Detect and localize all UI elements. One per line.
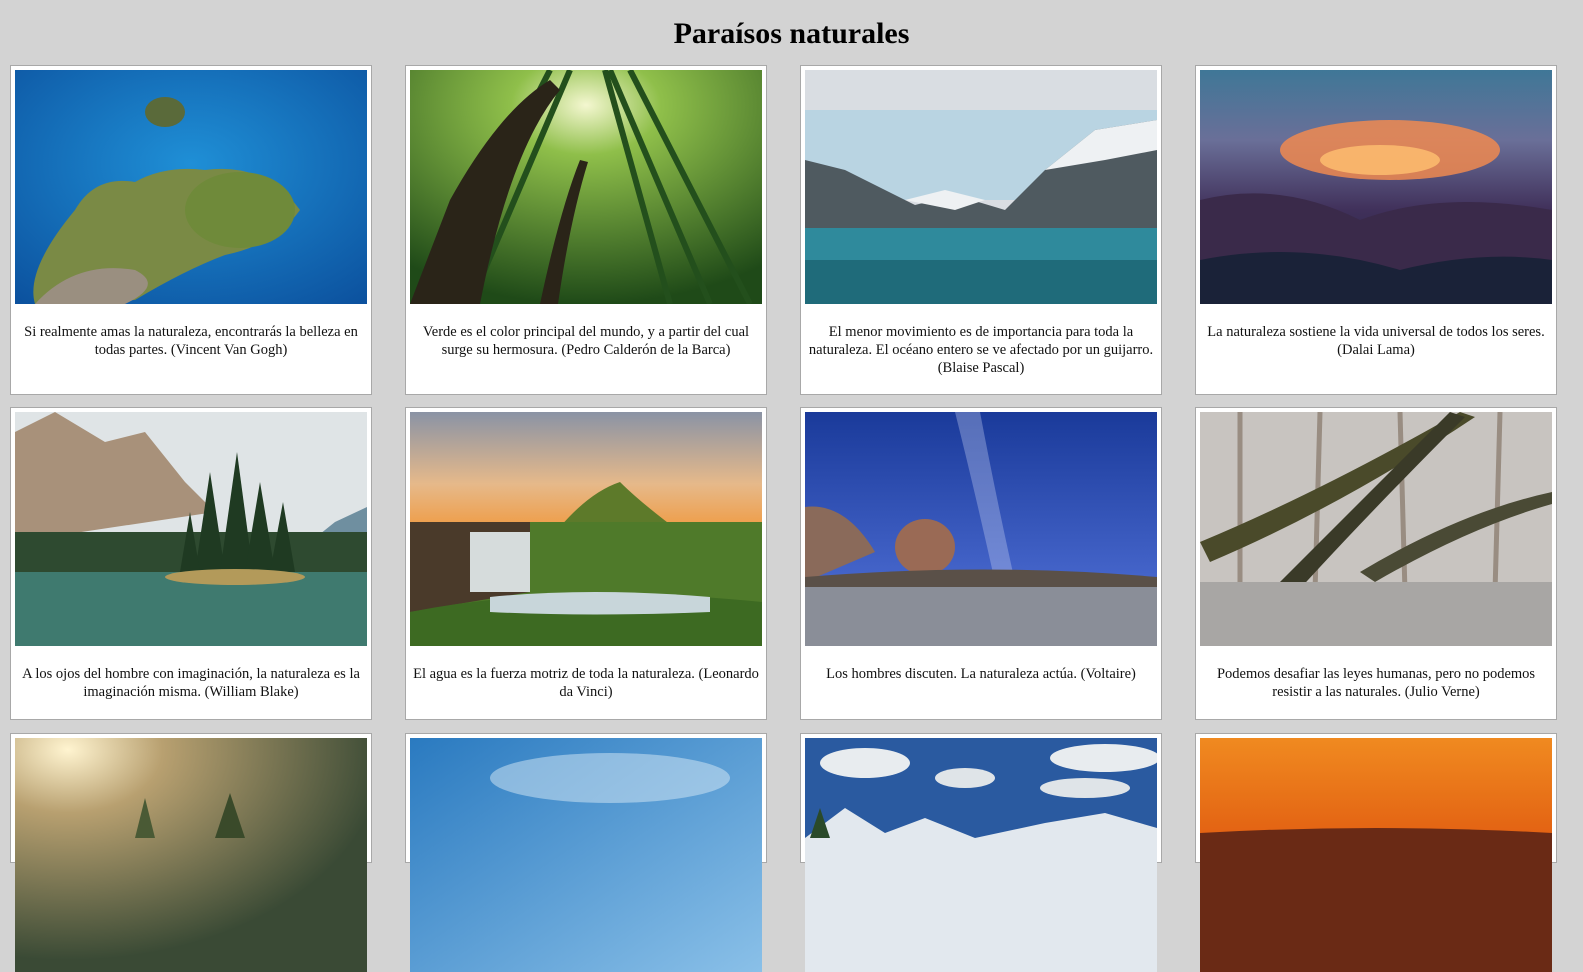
waterfall-mountain-photo	[410, 412, 762, 646]
card-caption: Si realmente amas la naturaleza, encontr…	[24, 324, 358, 358]
mountain-lake-photo	[805, 70, 1157, 304]
orange-sunset-photo	[1200, 738, 1552, 972]
card-caption: A los ojos del hombre con imaginación, l…	[22, 666, 360, 700]
gallery-card[interactable]	[10, 733, 372, 972]
card-caption: Podemos desafiar las leyes humanas, pero…	[1216, 666, 1536, 700]
misty-sunset-valley-photo	[1200, 70, 1552, 304]
alpine-lake-island-photo	[15, 412, 367, 646]
island-aerial-photo	[15, 70, 367, 304]
gallery-card[interactable]: A los ojos del hombre con imaginación, l…	[10, 407, 372, 720]
desert-night-sky-photo	[805, 412, 1157, 646]
card-caption: Los hombres discuten. La naturaleza actú…	[826, 666, 1136, 682]
gallery-card[interactable]	[405, 733, 767, 972]
gallery-card[interactable]: El agua es la fuerza motriz de toda la n…	[405, 407, 767, 720]
gallery-card[interactable]: La naturaleza sostiene la vida universal…	[1195, 65, 1557, 395]
sunlit-forest-photo	[15, 738, 367, 972]
card-caption: El menor movimiento es de importancia pa…	[808, 324, 1154, 376]
gallery-card[interactable]	[1195, 733, 1557, 972]
cloudy-mountains-photo	[805, 738, 1157, 972]
gallery-card[interactable]	[800, 733, 1162, 972]
gallery-card[interactable]: Verde es el color principal del mundo, y…	[405, 65, 767, 395]
card-caption: Verde es el color principal del mundo, y…	[422, 324, 750, 358]
gallery-card[interactable]: Los hombres discuten. La naturaleza actú…	[800, 407, 1162, 720]
card-caption: La naturaleza sostiene la vida universal…	[1207, 324, 1545, 358]
flooded-foggy-forest-photo	[1200, 412, 1552, 646]
blue-sky-photo	[410, 738, 762, 972]
gallery-card[interactable]: El menor movimiento es de importancia pa…	[800, 65, 1162, 395]
page-title: Paraísos naturales	[673, 17, 910, 50]
card-caption: El agua es la fuerza motriz de toda la n…	[413, 666, 759, 700]
bamboo-forest-photo	[410, 70, 762, 304]
gallery-card[interactable]: Podemos desafiar las leyes humanas, pero…	[1195, 407, 1557, 720]
gallery-card[interactable]: Si realmente amas la naturaleza, encontr…	[10, 65, 372, 395]
